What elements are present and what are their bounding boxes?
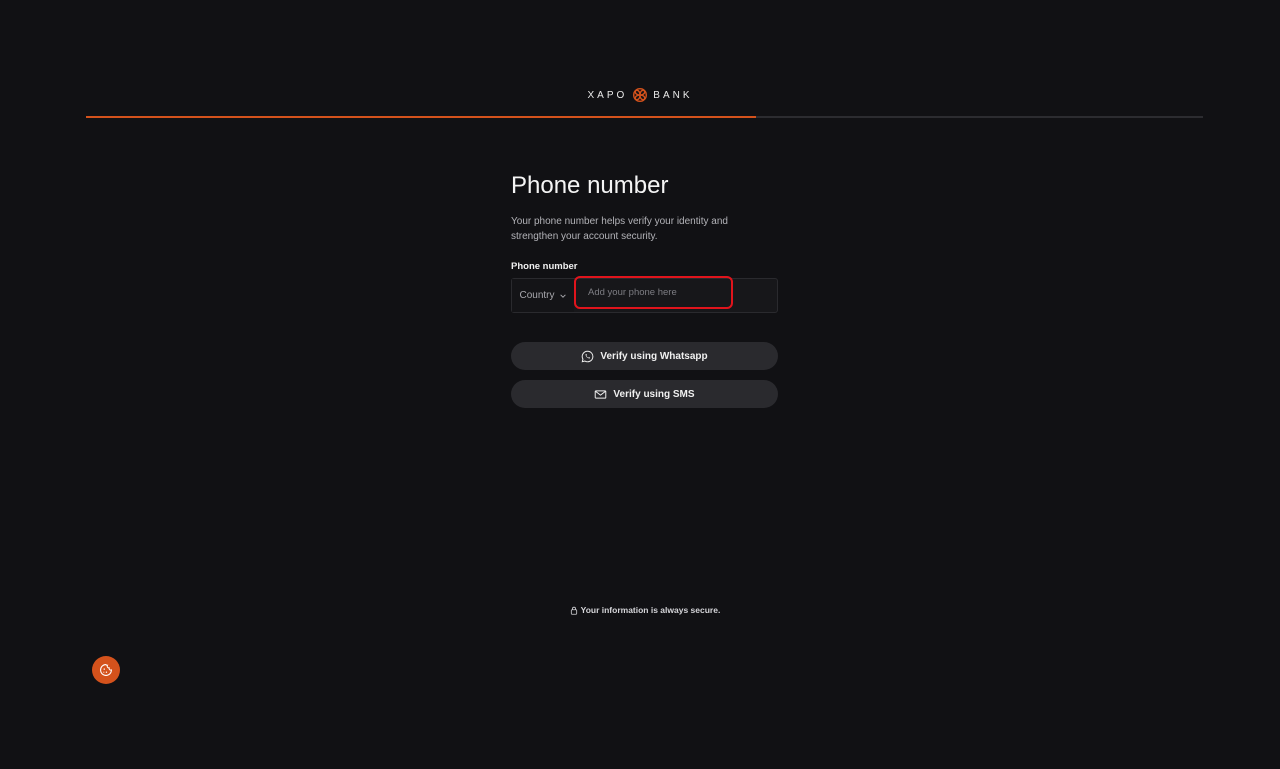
mail-icon [595, 389, 607, 399]
cookie-icon [100, 664, 112, 676]
logo-text-right: BANK [653, 89, 693, 101]
country-select[interactable]: Country [512, 279, 574, 312]
secure-note-text: Your information is always secure. [580, 605, 721, 615]
xapo-logo-icon [633, 87, 648, 103]
page-subtitle: Your phone number helps verify your iden… [511, 216, 728, 242]
whatsapp-icon [581, 350, 594, 362]
verify-whatsapp-button[interactable]: Verify using Whatsapp [511, 342, 778, 370]
chevron-down-icon [559, 293, 566, 298]
phone-field-label: Phone number [511, 261, 578, 272]
phone-field-row: Country [511, 276, 778, 313]
cookie-settings-button[interactable] [92, 656, 120, 684]
page: XAPO BANK Phone number Your phone number… [0, 0, 1280, 769]
lock-icon [570, 606, 577, 615]
progress-bar [86, 116, 1203, 118]
secure-note: Your information is always secure. [0, 605, 1280, 615]
page-title: Phone number [511, 172, 669, 199]
xapo-bank-logo[interactable]: XAPO BANK [0, 86, 1280, 104]
phone-form: Phone number Your phone number helps ver… [511, 172, 778, 408]
verify-sms-label: Verify using SMS [613, 388, 695, 400]
verify-whatsapp-label: Verify using Whatsapp [600, 350, 708, 362]
verify-sms-button[interactable]: Verify using SMS [511, 380, 778, 408]
country-select-label: Country [519, 290, 555, 301]
phone-input[interactable] [574, 276, 733, 309]
progress-bar-fill [86, 116, 757, 118]
logo-text-left: XAPO [587, 89, 628, 101]
